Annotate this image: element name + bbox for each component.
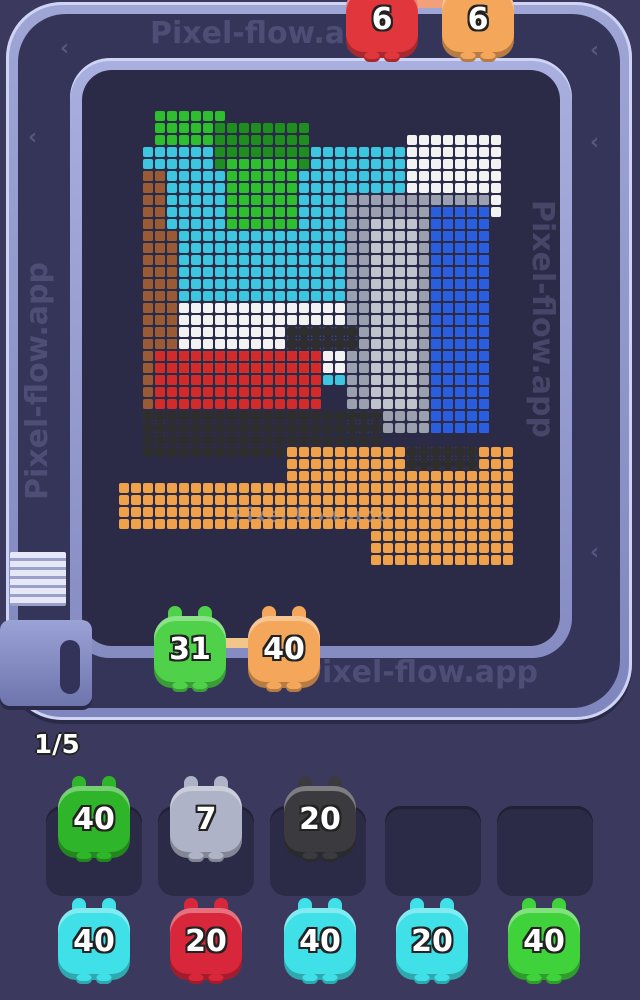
queue-shooter[interactable]: 20 [166,898,246,984]
conveyor-shooter-red: 6 [342,0,422,62]
queue-slot-empty[interactable] [497,806,593,896]
queue-shooter[interactable]: 40 [504,898,584,984]
queue-slot-empty[interactable] [385,806,481,896]
shooter-count: 31 [169,632,211,667]
launcher-slot [60,640,80,694]
shooter-count: 40 [523,924,565,959]
chevron-left-icon: ‹ [590,540,600,565]
shooter-count: 20 [299,802,341,837]
chevron-left-icon: ‹ [590,130,600,155]
entry-lane [10,552,66,606]
watermark-bottom: Pixel-flow.app [300,655,538,690]
shooter-count: 40 [299,924,341,959]
shooter-count: 40 [73,924,115,959]
progress-counter: 1/5 [34,730,80,760]
watermark-left: Pixel-flow.app [20,262,55,500]
shooter-count: 20 [411,924,453,959]
queue-shooter[interactable]: 20 [280,776,360,862]
queue-shooter[interactable]: 20 [392,898,472,984]
shooter-count: 7 [195,802,217,837]
shooter-count: 6 [467,2,489,37]
chevron-left-icon: ‹ [28,125,38,150]
shooter-count: 40 [263,632,305,667]
chevron-left-icon: ‹ [590,38,600,63]
queue-shooter[interactable]: 40 [280,898,360,984]
queue-shooter[interactable]: 40 [54,898,134,984]
pixel-art-canvas [119,111,513,565]
watermark-right: Pixel-flow.app [525,200,560,438]
active-shooter-orange: 40 [244,606,324,692]
shooter-count: 40 [73,802,115,837]
chevron-left-icon: ‹ [60,36,70,61]
queue-shooter[interactable]: 40 [54,776,134,862]
conveyor-shooter-orange: 6 [438,0,518,62]
shooter-count: 6 [371,2,393,37]
active-shooter-green: 31 [150,606,230,692]
queue-shooter[interactable]: 7 [166,776,246,862]
shooter-count: 20 [185,924,227,959]
